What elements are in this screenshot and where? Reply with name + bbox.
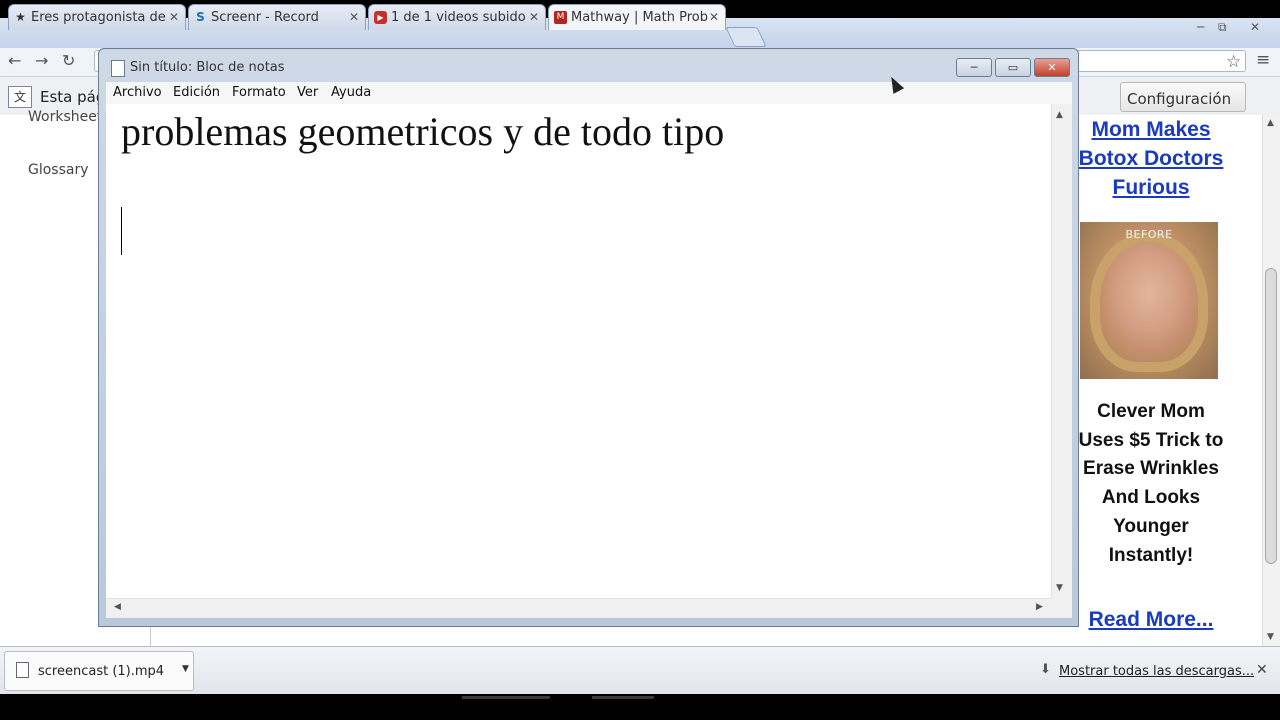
ad-body-text[interactable]: Clever Mom Uses $5 Trick to Erase Wrinkl… [1078,398,1224,570]
download-file-name: screencast (1).mp4 [38,664,165,679]
tab-close-icon[interactable]: ✕ [529,10,539,24]
notepad-minimize-button[interactable]: ─ [956,58,992,77]
notepad-vertical-scrollbar[interactable] [1051,104,1072,598]
notepad-text-content: problemas geometricos y de todo tipo [121,109,725,154]
reload-icon[interactable]: ↻ [62,51,75,70]
bookmark-star-icon[interactable]: ☆ [1226,52,1241,72]
tab-youtube[interactable]: ▶ 1 de 1 videos subido ✕ [368,4,546,30]
tab-close-icon[interactable]: ✕ [169,10,179,24]
file-icon [16,662,29,678]
chevron-down-icon[interactable]: ▼ [182,664,189,674]
tab-label: Mathway | Math Prob [571,10,708,25]
ad-read-more-link[interactable]: Read More... [1078,608,1224,632]
ad-image-figure [1090,232,1208,372]
menu-archivo[interactable]: Archivo [113,85,162,100]
notepad-title: Sin título: Bloc de notas [130,60,285,75]
show-all-downloads-link[interactable]: Mostrar todas las descargas... [1059,664,1254,679]
resize-grip-icon[interactable] [1051,598,1072,618]
scroll-left-icon[interactable]: ◀ [114,602,121,612]
menu-edicion[interactable]: Edición [173,85,220,100]
notepad-maximize-button[interactable]: ▭ [995,58,1031,77]
page-scrollbar-thumb[interactable] [1265,268,1277,564]
ad-headline-link[interactable]: Mom Makes Botox Doctors Furious [1078,115,1224,202]
taskbar-segment [592,696,654,699]
tab-mathway[interactable]: M Mathway | Math Prob ✕ [548,4,726,30]
tab-label: Screenr - Record [211,10,319,25]
forward-icon[interactable]: → [35,51,48,70]
notepad-horizontal-scrollbar[interactable] [106,598,1051,618]
menu-ver[interactable]: Ver [297,85,318,100]
tab-close-icon[interactable]: ✕ [349,10,359,24]
star-icon: ★ [15,10,26,24]
ad-image-label: BEFORE [1125,228,1173,241]
scroll-up-icon[interactable]: ▲ [1267,118,1274,128]
configuration-button[interactable]: Configuración ▼ [1120,82,1246,125]
notepad-close-button[interactable]: ✕ [1034,58,1070,77]
tab-eres-protagonista[interactable]: ★ Eres protagonista de ✕ [8,4,186,30]
tab-label: 1 de 1 videos subido [391,10,526,25]
menu-wrench-icon[interactable]: ≡ [1256,50,1270,70]
browser-close-icon[interactable]: ✕ [1250,20,1260,34]
taskbar-segment [462,696,550,699]
translate-icon: 文 [8,86,32,108]
translate-message: Esta pág [40,88,106,106]
youtube-icon: ▶ [374,11,387,24]
scroll-right-icon[interactable]: ▶ [1036,602,1043,612]
browser-restore-icon[interactable]: ⧉ [1218,20,1227,35]
browser-minimize-icon[interactable]: ─ [1197,20,1204,34]
text-caret [121,207,122,255]
scroll-down-icon[interactable]: ▼ [1267,632,1274,642]
scroll-down-icon[interactable]: ▼ [1056,583,1063,593]
menu-formato[interactable]: Formato [232,85,286,100]
menu-ayuda[interactable]: Ayuda [331,85,371,100]
tab-screenr[interactable]: S Screenr - Record ✕ [188,4,366,30]
ad-image[interactable]: BEFORE [1080,222,1218,379]
mathway-icon: M [554,11,567,24]
close-icon[interactable]: ✕ [1256,662,1268,678]
sidebar-link-glossary[interactable]: Glossary [28,162,89,178]
notepad-text-area[interactable] [106,104,1051,598]
download-arrow-icon: ⬇ [1040,662,1051,677]
back-icon[interactable]: ← [8,51,21,70]
screenr-icon: S [196,10,205,24]
configuration-label: Configuración [1127,90,1232,108]
notepad-app-icon [111,60,125,77]
scroll-up-icon[interactable]: ▲ [1056,110,1063,120]
tab-label: Eres protagonista de [31,10,166,25]
tab-close-icon[interactable]: ✕ [709,10,719,24]
